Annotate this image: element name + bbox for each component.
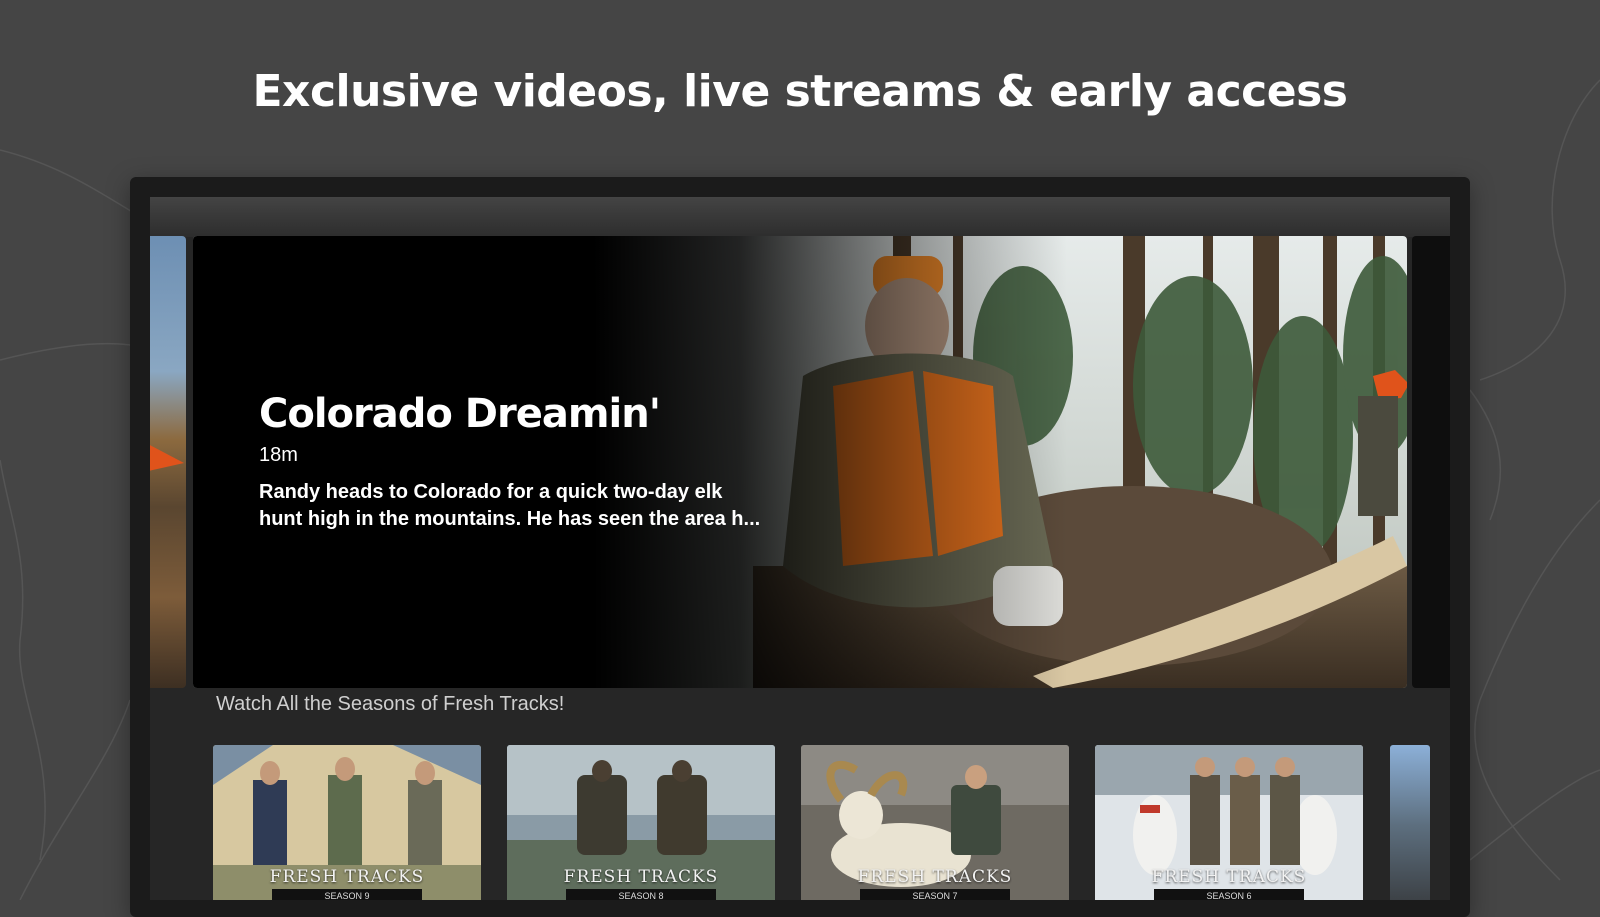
season-card-partial[interactable] <box>1390 745 1430 900</box>
hero-description: Randy heads to Colorado for a quick two-… <box>259 479 769 533</box>
hero-title: Colorado Dreamin' <box>259 391 661 437</box>
hero-duration: 18m <box>259 444 298 466</box>
season-logo: FRESH TRACKS <box>563 867 719 887</box>
app-screen: Colorado Dreamin' 18m Randy heads to Col… <box>150 197 1450 900</box>
season-label: SEASON 6 <box>1154 889 1304 900</box>
season-logo: FRESH TRACKS <box>269 867 425 887</box>
season-logo: FRESH TRACKS <box>857 867 1013 887</box>
season-label: SEASON 8 <box>566 889 716 900</box>
season-label: SEASON 9 <box>272 889 422 900</box>
season-card[interactable]: FRESH TRACKS SEASON 9 <box>213 745 481 900</box>
screen-top-bar <box>150 197 1450 237</box>
season-card[interactable]: FRESH TRACKS SEASON 6 <box>1095 745 1363 900</box>
next-hero-card[interactable] <box>1412 236 1450 688</box>
hero-description-line: hunt high in the mountains. He has seen … <box>259 508 761 530</box>
season-card[interactable]: FRESH TRACKS SEASON 8 <box>507 745 775 900</box>
hero-gradient-overlay <box>193 236 1407 688</box>
season-logo: FRESH TRACKS <box>1151 867 1307 887</box>
hero-description-line: Randy heads to Colorado for a quick two-… <box>259 481 723 503</box>
headline: Exclusive videos, live streams & early a… <box>252 66 1349 117</box>
season-label: SEASON 7 <box>860 889 1010 900</box>
hero-banner[interactable]: Colorado Dreamin' 18m Randy heads to Col… <box>193 236 1407 688</box>
row-title: Watch All the Seasons of Fresh Tracks! <box>216 693 565 715</box>
season-card[interactable]: FRESH TRACKS SEASON 7 <box>801 745 1069 900</box>
